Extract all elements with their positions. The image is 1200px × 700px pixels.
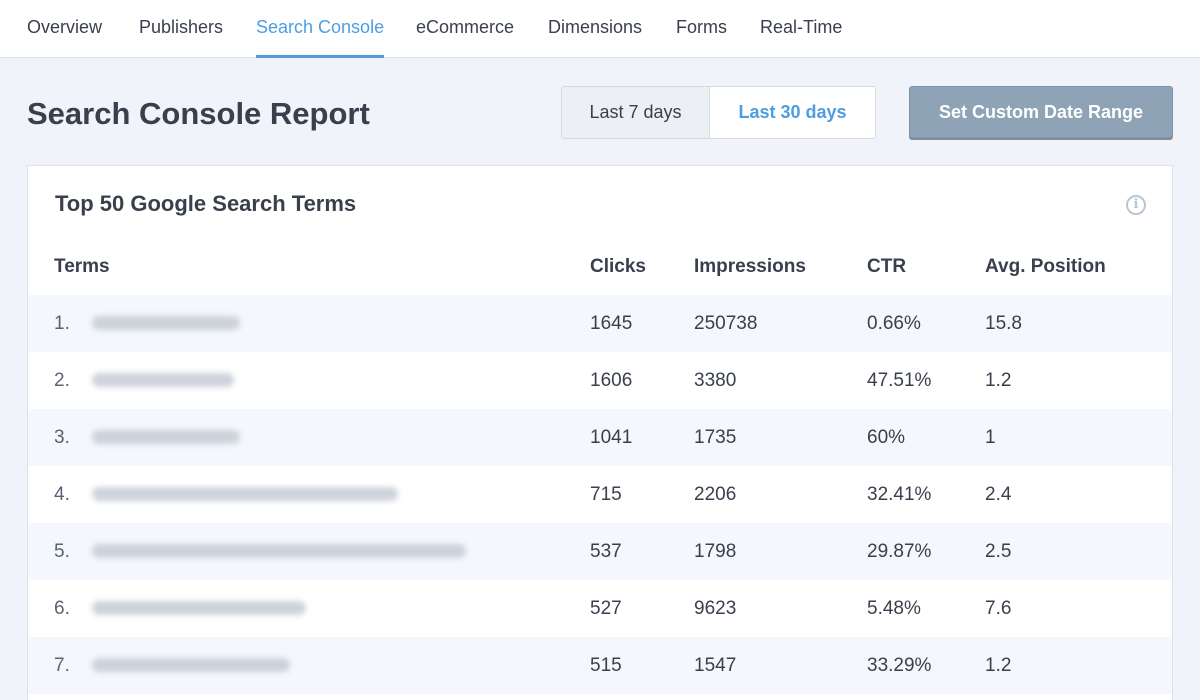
panel-title: Top 50 Google Search Terms: [55, 191, 357, 216]
cell-impressions: 1547: [694, 655, 737, 676]
cell-clicks: 1645: [590, 313, 633, 334]
cell-impressions: 9623: [694, 598, 737, 619]
row-index: 7.: [54, 655, 70, 676]
set-custom-date-range-button[interactable]: Set Custom Date Range: [909, 86, 1173, 138]
column-header-avg-position[interactable]: Avg. Position: [985, 256, 1106, 278]
last-7-days-button[interactable]: Last 7 days: [562, 87, 710, 138]
cell-clicks: 537: [590, 541, 622, 562]
table-row: 5. 537 1798 29.87% 2.5: [28, 523, 1172, 580]
row-index: 5.: [54, 541, 70, 562]
row-index: 4.: [54, 484, 70, 505]
cell-impressions: 250738: [694, 313, 758, 334]
cell-impressions: 1735: [694, 427, 737, 448]
tab-dimensions[interactable]: Dimensions: [548, 0, 642, 58]
tab-real-time[interactable]: Real-Time: [760, 0, 842, 58]
blurred-term: [92, 487, 398, 501]
tab-publishers[interactable]: Publishers: [139, 0, 223, 58]
blurred-term: [92, 430, 240, 444]
blurred-term: [92, 601, 306, 615]
cell-impressions: 1798: [694, 541, 737, 562]
last-30-days-button[interactable]: Last 30 days: [710, 87, 875, 138]
row-index: 3.: [54, 427, 70, 448]
blurred-term: [92, 316, 240, 330]
info-icon[interactable]: i: [1126, 195, 1146, 215]
column-header-terms[interactable]: Terms: [54, 256, 110, 278]
cell-ctr: 47.51%: [867, 370, 932, 391]
cell-ctr: 33.29%: [867, 655, 932, 676]
page-title: Search Console Report: [27, 96, 370, 131]
cell-clicks: 527: [590, 598, 622, 619]
top-nav: Overview Publishers Search Console eComm…: [0, 0, 1200, 58]
blurred-term: [92, 544, 466, 558]
row-index: 6.: [54, 598, 70, 619]
tab-ecommerce[interactable]: eCommerce: [416, 0, 514, 58]
cell-ctr: 29.87%: [867, 541, 932, 562]
table-row: 4. 715 2206 32.41% 2.4: [28, 466, 1172, 523]
column-header-ctr[interactable]: CTR: [867, 256, 906, 278]
table-row: 2. 1606 3380 47.51% 1.2: [28, 352, 1172, 409]
blurred-term: [92, 373, 234, 387]
cell-avg-position: 1: [985, 427, 996, 448]
tab-overview[interactable]: Overview: [27, 0, 102, 58]
cell-impressions: 3380: [694, 370, 737, 391]
cell-avg-position: 15.8: [985, 313, 1022, 334]
cell-ctr: 0.66%: [867, 313, 921, 334]
cell-clicks: 1041: [590, 427, 633, 448]
cell-avg-position: 1.2: [985, 655, 1012, 676]
row-index: 2.: [54, 370, 70, 391]
table-row: 7. 515 1547 33.29% 1.2: [28, 637, 1172, 694]
table-row: 6. 527 9623 5.48% 7.6: [28, 580, 1172, 637]
cell-avg-position: 2.5: [985, 541, 1012, 562]
cell-impressions: 2206: [694, 484, 737, 505]
cell-clicks: 1606: [590, 370, 633, 391]
cell-avg-position: 7.6: [985, 598, 1012, 619]
table-row: 1. 1645 250738 0.66% 15.8: [28, 295, 1172, 352]
table-row: 3. 1041 1735 60% 1: [28, 409, 1172, 466]
cell-ctr: 60%: [867, 427, 906, 448]
cell-ctr: 32.41%: [867, 484, 932, 505]
column-header-clicks[interactable]: Clicks: [590, 256, 646, 278]
cell-clicks: 715: [590, 484, 622, 505]
tab-forms[interactable]: Forms: [676, 0, 727, 58]
cell-avg-position: 2.4: [985, 484, 1012, 505]
cell-avg-position: 1.2: [985, 370, 1012, 391]
tab-search-console[interactable]: Search Console: [256, 0, 385, 58]
column-header-impressions[interactable]: Impressions: [694, 256, 806, 278]
row-index: 1.: [54, 313, 70, 334]
blurred-term: [92, 658, 290, 672]
cell-clicks: 515: [590, 655, 622, 676]
date-range-toggle: Last 7 days Last 30 days: [561, 86, 876, 139]
search-terms-panel: Top 50 Google Search Terms i Terms Click…: [27, 165, 1173, 700]
cell-ctr: 5.48%: [867, 598, 921, 619]
